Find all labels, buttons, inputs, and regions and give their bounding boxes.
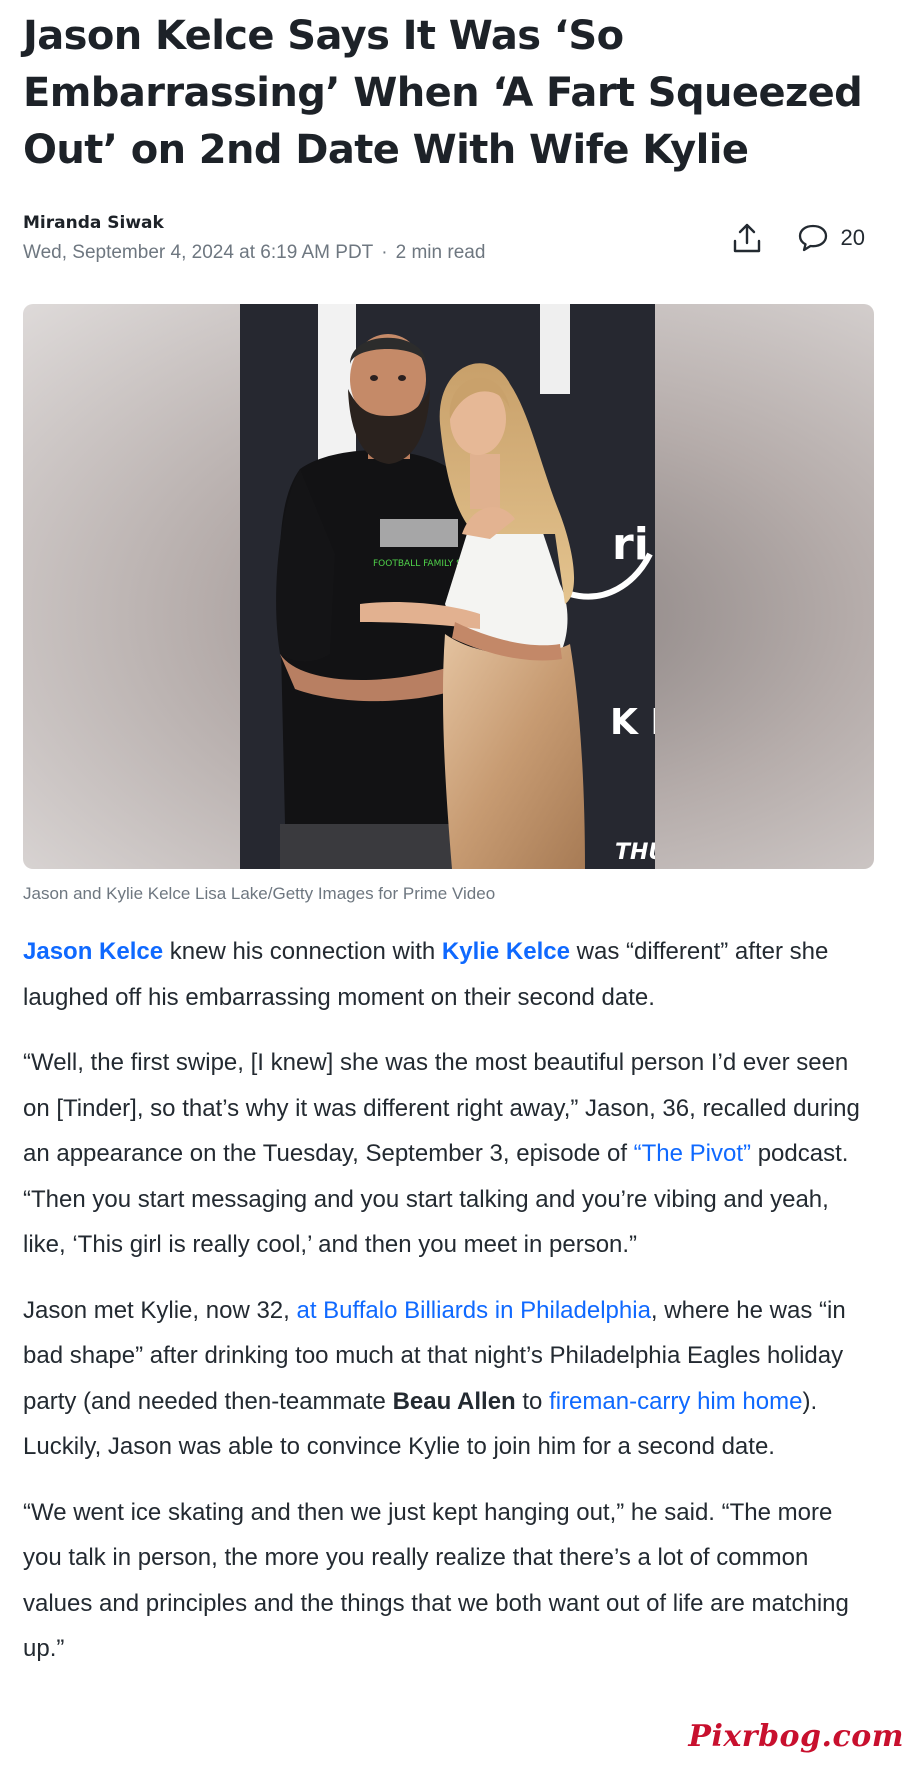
byline: Miranda Siwak Wed, September 4, 2024 at …	[23, 212, 875, 272]
link-the-pivot[interactable]: “The Pivot”	[634, 1140, 751, 1167]
couple-photo: ri K E THU FOOTBALL FAMILY ST	[240, 304, 655, 869]
comments-button[interactable]: 20	[797, 223, 865, 253]
paragraph-3-text-a: Jason met Kylie, now 32,	[23, 1296, 297, 1324]
meta-separator: ·	[381, 242, 388, 263]
share-icon	[733, 223, 760, 253]
watermark: Pixrbog.com	[688, 1719, 904, 1754]
comment-icon	[798, 224, 827, 252]
paragraph-3: Jason met Kylie, now 32, at Buffalo Bill…	[23, 1288, 873, 1470]
backdrop-text-3: THU	[615, 840, 655, 865]
read-time: 2 min read	[395, 242, 486, 263]
shirt-text: FOOTBALL FAMILY ST	[373, 559, 468, 569]
backdrop-text-2: K E	[610, 702, 655, 743]
comment-count: 20	[840, 225, 865, 250]
article-image[interactable]: ri K E THU FOOTBALL FAMILY ST	[23, 304, 874, 869]
paragraph-1-text-a: knew his connection with	[163, 938, 442, 965]
link-jason-kelce[interactable]: Jason Kelce	[23, 938, 163, 965]
link-buffalo-billiards[interactable]: at Buffalo Billiards in Philadelphia	[296, 1297, 650, 1324]
beau-allen-name: Beau Allen	[392, 1387, 516, 1415]
publish-date: Wed, September 4, 2024 at 6:19 AM PDT	[23, 242, 374, 263]
paragraph-3-text-c: to	[515, 1387, 550, 1415]
paragraph-1: Jason Kelce knew his connection with Kyl…	[23, 929, 873, 1020]
link-fireman-carry[interactable]: fireman-carry him home	[549, 1388, 802, 1415]
paragraph-2: “Well, the first swipe, [I knew] she was…	[23, 1040, 873, 1268]
article-body: Jason Kelce knew his connection with Kyl…	[23, 929, 875, 1672]
link-kylie-kelce[interactable]: Kylie Kelce	[442, 938, 570, 965]
share-button[interactable]	[727, 218, 767, 258]
article-actions: 20	[727, 212, 865, 264]
paragraph-4: “We went ice skating and then we just ke…	[23, 1490, 873, 1672]
article: Jason Kelce Says It Was ‘So Embarrassing…	[23, 0, 875, 1692]
backdrop-text: ri	[612, 519, 649, 570]
paragraph-4-text-a: “We went ice skating and then we just ke…	[23, 1498, 849, 1663]
image-caption: Jason and Kylie Kelce Lisa Lake/Getty Im…	[23, 884, 496, 903]
photo-illustration: ri K E THU FOOTBALL FAMILY ST	[240, 304, 655, 869]
article-headline: Jason Kelce Says It Was ‘So Embarrassing…	[23, 13, 863, 173]
